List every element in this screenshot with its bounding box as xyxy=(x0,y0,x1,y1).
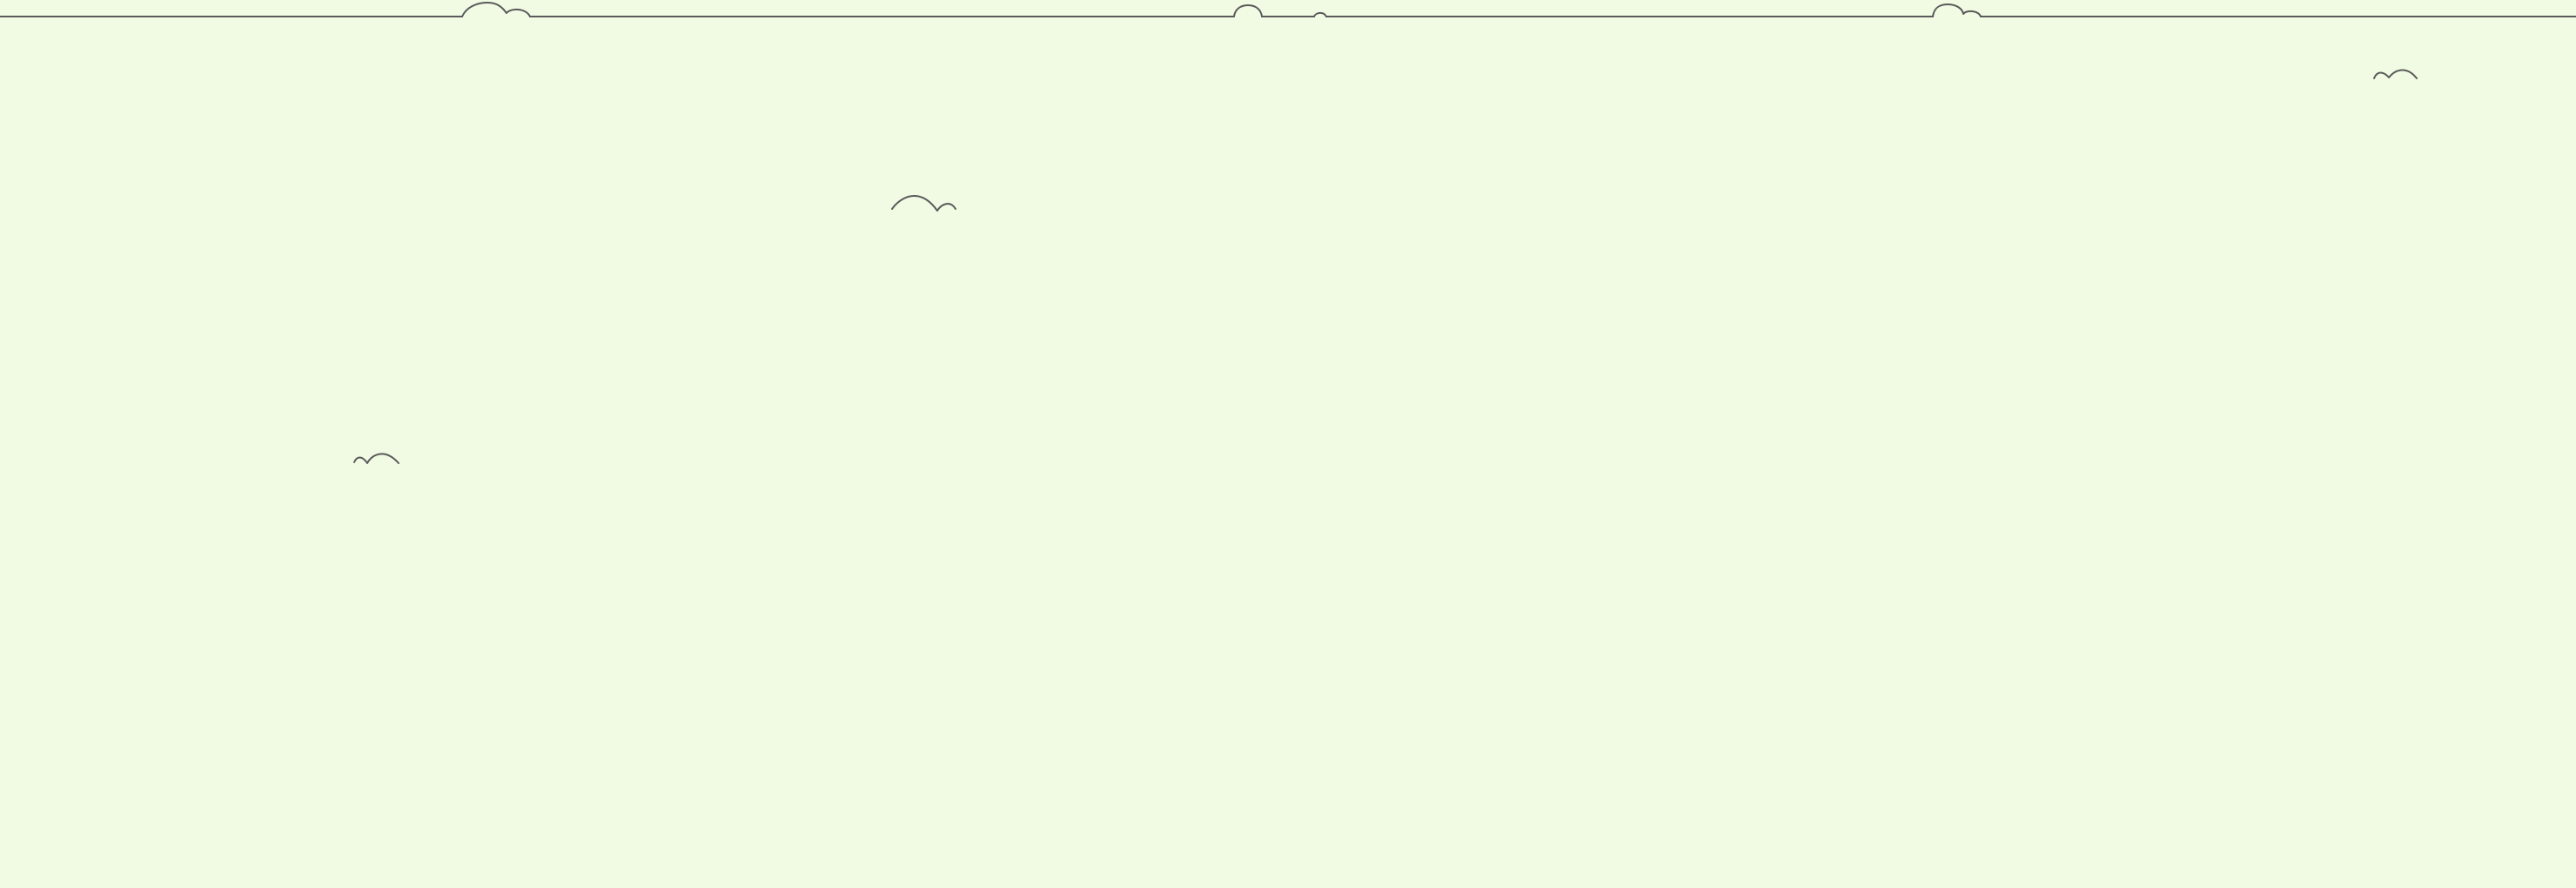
background-field xyxy=(0,0,2576,888)
landscape-scene xyxy=(0,0,2576,888)
